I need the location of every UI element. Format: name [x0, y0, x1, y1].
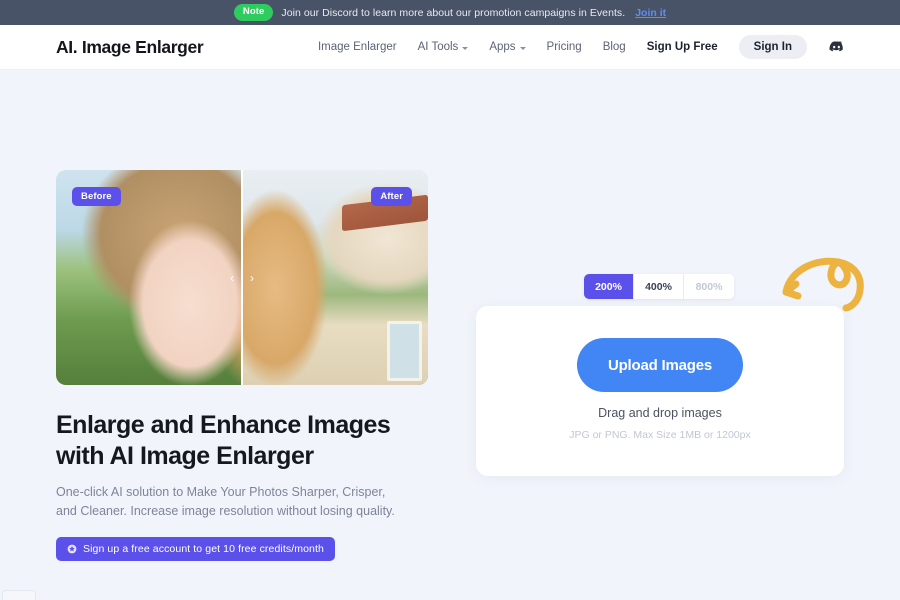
chevron-left-icon: ‹ — [230, 270, 234, 285]
nav-label: Image Enlarger — [317, 41, 397, 53]
scale-option-400[interactable]: 400% — [634, 274, 684, 299]
house-window-detail — [387, 320, 423, 381]
chevron-right-icon: › — [250, 270, 254, 285]
nav-item-image-enlarger[interactable]: Image Enlarger — [318, 41, 397, 53]
hero-left-column: Before After ‹ › Enlarge and Enhance Ima… — [56, 170, 428, 561]
free-credits-signup-button[interactable]: Sign up a free account to get 10 free cr… — [56, 537, 335, 561]
nav-item-blog[interactable]: Blog — [603, 41, 626, 53]
notice-text: Join our Discord to learn more about our… — [281, 6, 626, 19]
gift-icon — [67, 544, 77, 554]
discord-icon[interactable] — [828, 39, 845, 56]
page-title: Enlarge and Enhance Images with AI Image… — [56, 410, 428, 472]
notice-badge: Note — [233, 4, 274, 21]
site-header: AI. Image Enlarger Image Enlarger AI Too… — [0, 25, 900, 70]
chevron-down-icon — [462, 46, 469, 50]
curved-arrow-icon — [766, 250, 876, 316]
before-badge: Before — [72, 187, 121, 206]
main-navigation: Image Enlarger AI Tools Apps Pricing Blo… — [318, 35, 845, 59]
upload-dropzone-card[interactable]: Upload Images Drag and drop images JPG o… — [476, 306, 844, 476]
headline-line-2: with AI Image Enlarger — [56, 442, 314, 470]
scale-option-800[interactable]: 800% — [684, 274, 734, 299]
before-after-comparison[interactable]: Before After ‹ › — [56, 170, 428, 385]
sign-in-button[interactable]: Sign In — [738, 35, 807, 59]
logo[interactable]: AI. Image Enlarger — [56, 37, 204, 58]
nav-item-pricing[interactable]: Pricing — [547, 41, 582, 53]
nav-label: Pricing — [546, 41, 582, 53]
scale-option-200[interactable]: 200% — [584, 274, 634, 299]
scale-selector: 200% 400% 800% — [584, 274, 734, 299]
headline-line-1: Enlarge and Enhance Images — [56, 411, 391, 439]
upload-images-button[interactable]: Upload Images — [577, 338, 743, 392]
notice-banner: Note Join our Discord to learn more abou… — [0, 0, 900, 25]
chevron-down-icon — [519, 46, 526, 50]
notice-join-link[interactable]: Join it — [635, 7, 666, 19]
free-credits-label: Sign up a free account to get 10 free cr… — [83, 543, 324, 555]
nav-label: Apps — [489, 41, 516, 53]
nav-item-ai-tools[interactable]: AI Tools — [418, 41, 469, 53]
file-format-hint: JPG or PNG. Max Size 1MB or 1200px — [569, 429, 751, 441]
page-body: Before After ‹ › Enlarge and Enhance Ima… — [0, 70, 900, 600]
bottom-left-widget[interactable] — [2, 590, 36, 600]
after-badge: After — [371, 187, 412, 206]
hero-subheading: One-click AI solution to Make Your Photo… — [56, 485, 395, 518]
nav-item-apps[interactable]: Apps — [489, 41, 526, 53]
nav-label: AI Tools — [417, 41, 459, 53]
nav-label: Blog — [602, 41, 626, 53]
drag-drop-text: Drag and drop images — [598, 406, 722, 420]
comparison-slider-handle[interactable]: ‹ › — [230, 271, 254, 285]
sign-up-free-button[interactable]: Sign Up Free — [647, 41, 718, 53]
